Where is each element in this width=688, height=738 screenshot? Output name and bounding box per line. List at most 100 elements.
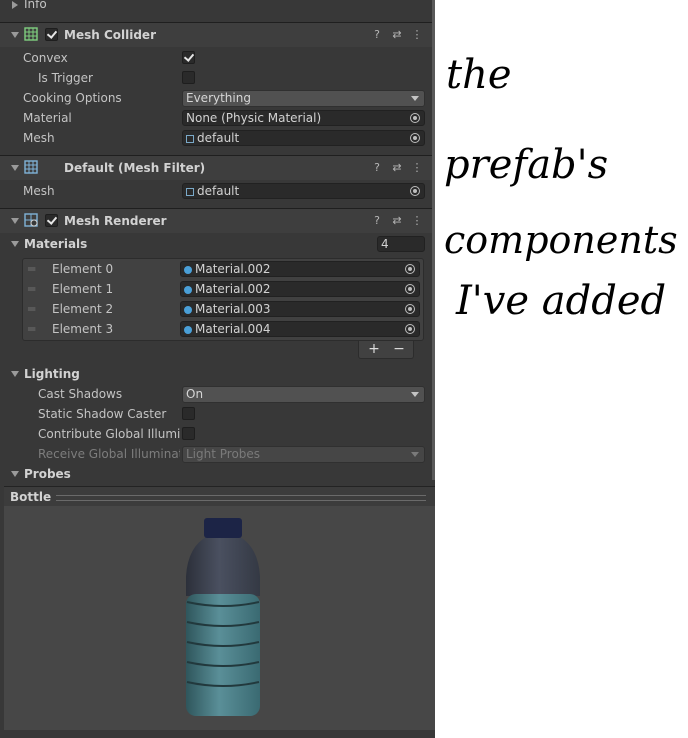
filter-mesh-label: Mesh	[23, 184, 55, 198]
mesh-renderer-title: Mesh Renderer	[64, 214, 167, 228]
receive-gi-label: Receive Global Illuminatic	[38, 447, 180, 461]
mesh-renderer-header[interactable]: Mesh Renderer ? ⇄ ⋮	[0, 208, 435, 233]
presets-icon[interactable]: ⇄	[390, 161, 404, 175]
material-element-field[interactable]: Material.002	[180, 261, 420, 277]
mesh-collider-enabled-checkbox[interactable]	[45, 28, 58, 41]
probes-label: Probes	[24, 467, 71, 481]
mesh-filter-header[interactable]: Default (Mesh Filter) ? ⇄ ⋮	[0, 155, 435, 180]
help-icon[interactable]: ?	[370, 28, 384, 42]
object-picker-icon[interactable]	[405, 284, 415, 294]
cast-shadows-label: Cast Shadows	[38, 387, 123, 401]
material-sphere-icon	[184, 306, 192, 314]
collapse-arrow-icon[interactable]	[11, 165, 19, 171]
contribute-gi-label: Contribute Global Illumina	[38, 427, 180, 441]
materials-size-field[interactable]: 4	[377, 236, 425, 252]
object-picker-icon[interactable]	[410, 113, 420, 123]
filter-mesh-field[interactable]: default	[182, 183, 425, 199]
kebab-menu-icon[interactable]: ⋮	[430, 489, 435, 503]
info-foldout[interactable]: Info	[0, 0, 435, 14]
cooking-options-label: Cooking Options	[23, 91, 122, 105]
object-picker-icon[interactable]	[405, 304, 415, 314]
is-trigger-checkbox[interactable]	[182, 71, 195, 84]
material-element-label: Element 2	[52, 302, 114, 316]
material-element-label: Element 3	[52, 322, 114, 336]
annotation-line-4: I've added	[456, 278, 667, 324]
static-shadow-caster-row: Static Shadow Caster	[0, 404, 435, 424]
material-element-value: Material.004	[195, 322, 271, 336]
foldout-arrow-icon[interactable]	[12, 1, 18, 9]
object-picker-icon[interactable]	[410, 186, 420, 196]
static-shadow-caster-checkbox[interactable]	[182, 407, 195, 420]
preview-title: Bottle	[10, 490, 52, 504]
material-element-field[interactable]: Material.004	[180, 321, 420, 337]
presets-icon[interactable]: ⇄	[390, 28, 404, 42]
add-element-button[interactable]: +	[362, 341, 386, 357]
material-element-row: ═ Element 3 Material.004	[0, 319, 435, 339]
materials-size-value: 4	[381, 237, 389, 251]
collapse-arrow-icon[interactable]	[11, 218, 19, 224]
drag-handle-icon[interactable]: ═	[28, 282, 35, 296]
collider-mesh-row: Mesh default	[0, 128, 435, 148]
material-row: Material None (Physic Material)	[0, 108, 435, 128]
mesh-preview[interactable]	[4, 506, 435, 730]
material-element-value: Material.002	[195, 262, 271, 276]
material-element-field[interactable]: Material.003	[180, 301, 420, 317]
contribute-gi-row: Contribute Global Illumina	[0, 424, 435, 444]
drag-handle-icon[interactable]: ═	[28, 322, 35, 336]
cast-shadows-dropdown[interactable]: On	[182, 386, 425, 403]
probes-foldout[interactable]: Probes	[0, 464, 435, 484]
receive-gi-value: Light Probes	[186, 447, 261, 461]
static-shadow-caster-label: Static Shadow Caster	[38, 407, 167, 421]
cooking-options-row: Cooking Options Everything	[0, 88, 435, 108]
preview-header[interactable]: Bottle ⋮	[4, 486, 435, 507]
collapse-arrow-icon[interactable]	[11, 32, 19, 38]
collapse-arrow-icon[interactable]	[11, 471, 19, 477]
receive-gi-dropdown: Light Probes	[182, 446, 425, 463]
help-icon[interactable]: ?	[370, 161, 384, 175]
object-picker-icon[interactable]	[405, 264, 415, 274]
cooking-options-value: Everything	[186, 91, 251, 105]
material-element-label: Element 1	[52, 282, 114, 296]
material-field[interactable]: None (Physic Material)	[182, 110, 425, 126]
cast-shadows-row: Cast Shadows On	[0, 384, 435, 404]
lighting-foldout[interactable]: Lighting	[0, 364, 435, 384]
collider-mesh-field[interactable]: default	[182, 130, 425, 146]
mesh-filter-title: Default (Mesh Filter)	[64, 161, 206, 175]
mesh-collider-header[interactable]: Mesh Collider ? ⇄ ⋮	[0, 22, 435, 47]
cast-shadows-value: On	[186, 387, 204, 401]
remove-element-button[interactable]: −	[387, 341, 411, 357]
material-element-value: Material.003	[195, 302, 271, 316]
is-trigger-row: Is Trigger	[0, 68, 435, 88]
kebab-menu-icon[interactable]: ⋮	[410, 214, 424, 228]
material-element-field[interactable]: Material.002	[180, 281, 420, 297]
mesh-collider-icon	[24, 27, 38, 41]
object-picker-icon[interactable]	[405, 324, 415, 334]
material-label: Material	[23, 111, 72, 125]
material-sphere-icon	[184, 286, 192, 294]
materials-foldout[interactable]: Materials 4	[0, 234, 435, 254]
info-label: Info	[24, 0, 47, 11]
mesh-collider-title: Mesh Collider	[64, 28, 156, 42]
chevron-down-icon	[411, 96, 419, 101]
convex-checkbox[interactable]	[182, 51, 195, 64]
kebab-menu-icon[interactable]: ⋮	[410, 161, 424, 175]
inspector-scrollbar[interactable]	[432, 0, 435, 480]
kebab-menu-icon[interactable]: ⋮	[410, 28, 424, 42]
preview-drag-handle[interactable]	[56, 495, 426, 501]
drag-handle-icon[interactable]: ═	[28, 262, 35, 276]
filter-mesh-value: default	[197, 184, 240, 198]
object-picker-icon[interactable]	[410, 133, 420, 143]
drag-handle-icon[interactable]: ═	[28, 302, 35, 316]
collapse-arrow-icon[interactable]	[11, 241, 19, 247]
annotation-line-2: prefab's	[444, 142, 609, 188]
mesh-renderer-enabled-checkbox[interactable]	[45, 214, 58, 227]
collider-mesh-label: Mesh	[23, 131, 55, 145]
cooking-options-dropdown[interactable]: Everything	[182, 90, 425, 107]
inspector-panel: Info Mesh Collider ? ⇄ ⋮ Convex Is Trigg…	[0, 0, 435, 738]
material-element-row: ═ Element 0 Material.002	[0, 259, 435, 279]
presets-icon[interactable]: ⇄	[390, 214, 404, 228]
collapse-arrow-icon[interactable]	[11, 371, 19, 377]
contribute-gi-checkbox[interactable]	[182, 427, 195, 440]
help-icon[interactable]: ?	[370, 214, 384, 228]
lighting-label: Lighting	[24, 367, 80, 381]
